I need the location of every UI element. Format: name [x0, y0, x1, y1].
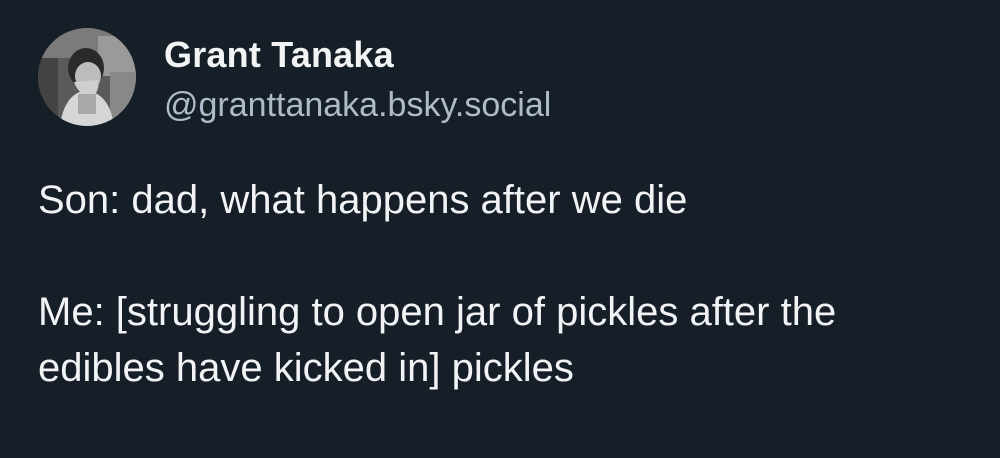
avatar-photo-icon [38, 28, 136, 126]
post-text: Son: dad, what happens after we die Me: … [38, 172, 968, 396]
author-avatar[interactable] [38, 28, 136, 126]
author-display-name[interactable]: Grant Tanaka [164, 34, 394, 76]
post-text-line-son: Son: dad, what happens after we die [38, 178, 688, 222]
author-handle[interactable]: @granttanaka.bsky.social [164, 86, 551, 125]
post-card: Grant Tanaka @granttanaka.bsky.social So… [0, 0, 1000, 458]
post-text-line-me: Me: [struggling to open jar of pickles a… [38, 290, 837, 390]
